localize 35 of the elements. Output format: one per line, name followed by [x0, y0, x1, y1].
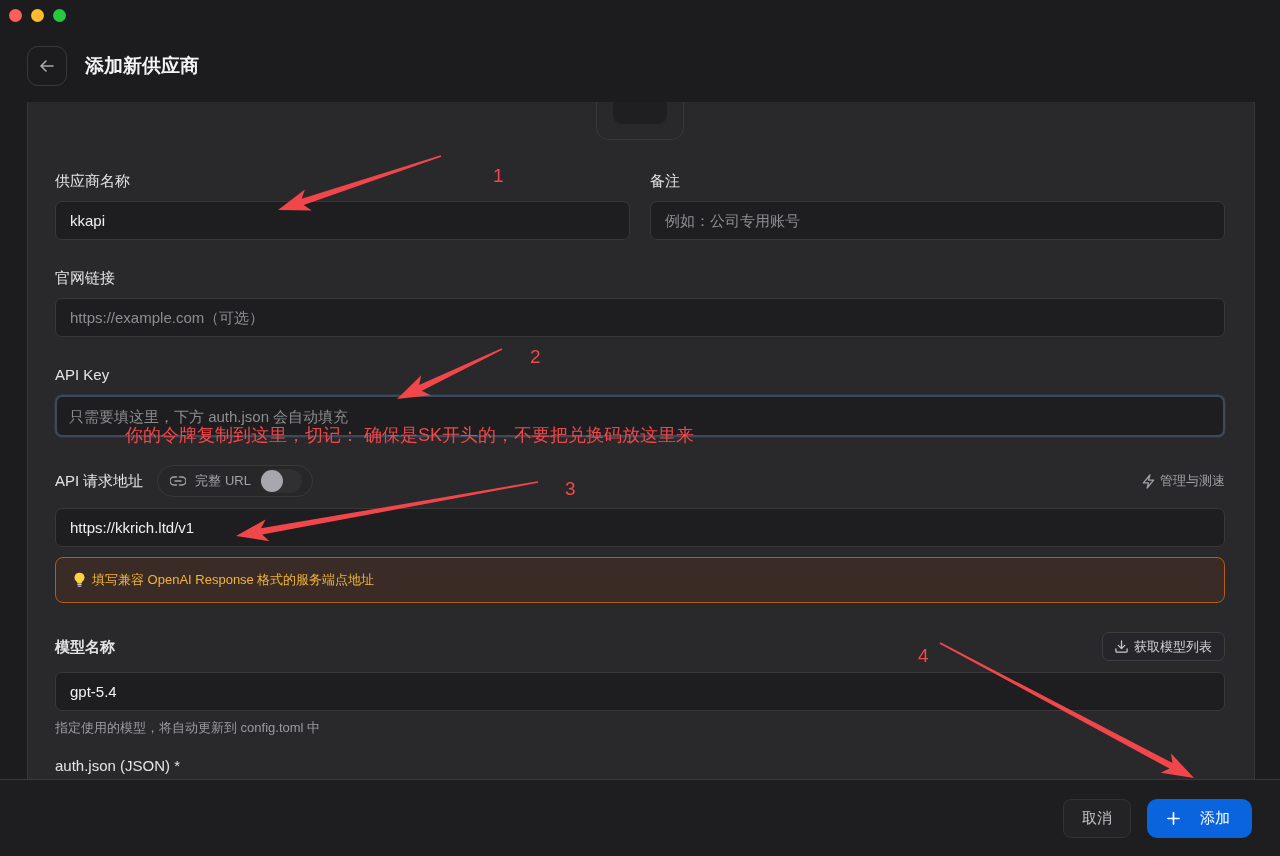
annotation-number: 3 — [565, 478, 576, 500]
fetch-models-button[interactable]: 获取模型列表 — [1102, 632, 1225, 661]
cancel-button[interactable]: 取消 — [1063, 798, 1131, 838]
annotation-number: 1 — [493, 165, 504, 187]
close-window-button[interactable] — [9, 8, 22, 22]
full-url-toggle[interactable]: 完整 URL — [157, 465, 313, 497]
field-label: API Key — [55, 365, 110, 385]
help-text: 指定使用的模型，将自动更新到 config.toml 中 — [55, 720, 321, 736]
field-label: API 请求地址 — [55, 471, 144, 491]
page-title: 添加新供应商 — [85, 54, 199, 78]
hint-text: 填写兼容 OpenAI Response 格式的服务端点地址 — [92, 571, 375, 589]
field-label: auth.json (JSON) * — [55, 756, 181, 776]
plus-icon — [1167, 811, 1180, 825]
manage-speed-test-button[interactable]: 管理与测速 — [1142, 472, 1225, 490]
text-field[interactable]: kkapi — [55, 201, 630, 240]
lightbulb-icon — [74, 572, 85, 588]
field-label: 模型名称 — [55, 636, 115, 657]
download-icon — [1115, 640, 1128, 653]
lightning-icon — [1142, 473, 1155, 489]
zoom-window-button[interactable] — [53, 8, 66, 22]
text-field[interactable]: 例如：公司专用账号 — [650, 201, 1225, 240]
annotation-number: 4 — [918, 645, 929, 667]
field-label: 备注 — [650, 171, 680, 191]
field-label: 供应商名称 — [55, 171, 130, 191]
back-button[interactable] — [27, 46, 67, 86]
toggle-switch[interactable] — [260, 469, 302, 493]
text-field[interactable]: https://kkrich.ltd/v1 — [55, 508, 1225, 547]
annotation-number: 2 — [530, 346, 541, 368]
field-label: 官网链接 — [55, 268, 115, 288]
minimize-window-button[interactable] — [31, 8, 44, 22]
add-button[interactable]: 添加 — [1147, 798, 1252, 838]
text-field[interactable]: https://example.com（可选） — [55, 298, 1225, 337]
back-arrow-icon — [40, 60, 54, 72]
text-field[interactable]: gpt-5.4 — [55, 672, 1225, 711]
link-icon — [170, 476, 187, 486]
